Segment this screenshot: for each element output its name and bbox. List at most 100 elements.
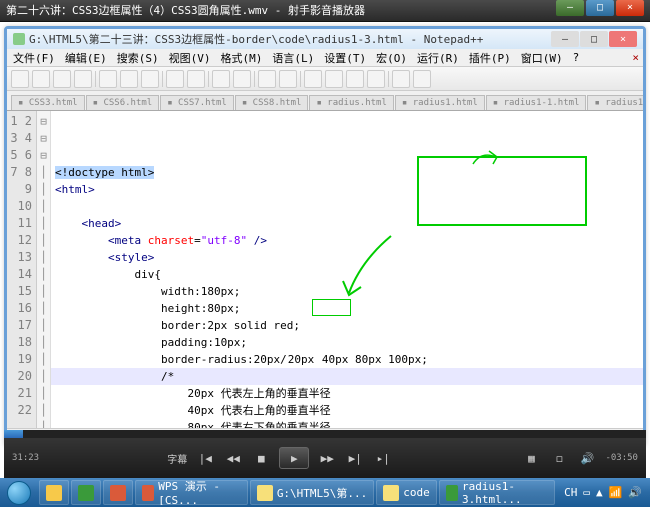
save-icon[interactable] <box>53 70 71 88</box>
volume-button[interactable]: 🔊 <box>577 448 597 468</box>
forward-button[interactable]: ▶▶ <box>317 448 337 468</box>
prev-button[interactable]: |◀ <box>195 448 215 468</box>
menu-bar[interactable]: 文件(F) 编辑(E) 搜索(S) 视图(V) 格式(M) 语言(L) 设置(T) 宏(O) 运… <box>7 49 643 67</box>
np-close-button[interactable]: × <box>609 31 637 47</box>
indent-icon[interactable] <box>346 70 364 88</box>
taskbar-item[interactable] <box>71 480 101 505</box>
rewind-button[interactable]: ◀◀ <box>223 448 243 468</box>
annotation-box-large <box>417 156 587 226</box>
annotation-curl-icon <box>471 149 501 169</box>
wrap-icon[interactable] <box>304 70 322 88</box>
file-tab[interactable]: ▪ CSS6.html <box>86 95 160 110</box>
menu-item[interactable]: 语言(L) <box>272 50 314 66</box>
file-tab[interactable]: ▪ CSS7.html <box>160 95 234 110</box>
open-icon[interactable] <box>32 70 50 88</box>
menu-item[interactable]: 视图(V) <box>169 50 211 66</box>
new-icon[interactable] <box>11 70 29 88</box>
taskbar-app-icon <box>446 485 458 501</box>
file-tab[interactable]: ▪ radius1-2.html <box>587 95 643 110</box>
play-button[interactable]: ▶ <box>279 447 309 469</box>
windows-orb-icon <box>7 481 31 505</box>
tab-bar[interactable]: ▪ CSS3.html▪ CSS6.html▪ CSS7.html▪ CSS8.… <box>7 91 643 111</box>
cut-icon[interactable] <box>99 70 117 88</box>
taskbar-item[interactable]: G:\HTML5\第... <box>250 480 374 505</box>
chars-icon[interactable] <box>325 70 343 88</box>
close-button[interactable]: × <box>616 0 644 16</box>
menu-item[interactable]: 宏(O) <box>376 50 407 66</box>
copy-icon[interactable] <box>120 70 138 88</box>
np-maximize-button[interactable]: □ <box>580 31 608 47</box>
notepad-title-text: G:\HTML5\第二十三讲：CSS3边框属性-border\code\radi… <box>29 31 483 47</box>
find-icon[interactable] <box>212 70 230 88</box>
video-player-titlebar: 第二十六讲：CSS3边框属性（4）CSS3圆角属性.wmv - 射手影音播放器 … <box>0 0 650 22</box>
video-player-controls: 31:23 字幕 |◀ ◀◀ ■ ▶ ▶▶ ▶| ▸| ▦ ◻ 🔊 -03:50 <box>4 430 646 478</box>
seek-bar[interactable] <box>4 430 646 438</box>
taskbar-item[interactable] <box>39 480 69 505</box>
window-button[interactable]: ◻ <box>549 448 569 468</box>
menu-item[interactable]: 设置(T) <box>324 50 366 66</box>
subtitle-button[interactable]: 字幕 <box>167 448 187 468</box>
menu-item[interactable]: 文件(F) <box>13 50 55 66</box>
taskbar-item[interactable] <box>103 480 133 505</box>
undo-icon[interactable] <box>166 70 184 88</box>
seek-progress <box>4 430 23 438</box>
annotation-arrow-icon <box>341 231 401 311</box>
tray-volume-icon[interactable]: 🔊 <box>628 486 642 499</box>
app-icon <box>13 33 25 45</box>
menu-item[interactable]: ? <box>573 51 580 64</box>
next-button[interactable]: ▶| <box>345 448 365 468</box>
taskbar-item[interactable]: WPS 演示 - [CS... <box>135 480 248 505</box>
menu-item[interactable]: 运行(R) <box>417 50 459 66</box>
np-minimize-button[interactable]: – <box>551 31 579 47</box>
taskbar-app-icon <box>142 485 154 501</box>
record-icon[interactable] <box>392 70 410 88</box>
file-tab[interactable]: ▪ CSS8.html <box>235 95 309 110</box>
fold-gutter[interactable]: ⊟⊟⊟││││││││││││││││ <box>37 111 51 428</box>
zoom-in-icon[interactable] <box>258 70 276 88</box>
taskbar[interactable]: WPS 演示 - [CS...G:\HTML5\第...coderadius1-… <box>0 478 650 507</box>
stop-button[interactable]: ■ <box>251 448 271 468</box>
file-tab[interactable]: ▪ radius.html <box>309 95 393 110</box>
screenshot-button[interactable]: ▦ <box>521 448 541 468</box>
menu-item[interactable]: 格式(M) <box>221 50 263 66</box>
taskbar-item[interactable]: radius1-3.html... <box>439 480 555 505</box>
tray-up-icon[interactable]: ▲ <box>596 486 603 499</box>
taskbar-app-icon <box>383 485 399 501</box>
minimize-button[interactable]: – <box>556 0 584 16</box>
menu-item[interactable]: 窗口(W) <box>521 50 563 66</box>
toolbar <box>7 67 643 91</box>
fold-icon[interactable] <box>367 70 385 88</box>
menu-item[interactable]: 编辑(E) <box>65 50 107 66</box>
maximize-button[interactable]: □ <box>586 0 614 16</box>
notepad-titlebar: G:\HTML5\第二十三讲：CSS3边框属性-border\code\radi… <box>7 29 643 49</box>
time-elapsed: 31:23 <box>12 453 39 463</box>
taskbar-item[interactable]: code <box>376 480 437 505</box>
step-button[interactable]: ▸| <box>373 448 393 468</box>
paste-icon[interactable] <box>141 70 159 88</box>
redo-icon[interactable] <box>187 70 205 88</box>
taskbar-app-icon <box>257 485 273 501</box>
taskbar-app-icon <box>110 485 126 501</box>
tray-flag-icon[interactable]: ▭ <box>583 486 590 499</box>
file-tab[interactable]: ▪ radius1.html <box>395 95 485 110</box>
menu-close-icon[interactable]: × <box>632 51 639 64</box>
play-icon[interactable] <box>413 70 431 88</box>
menu-item[interactable]: 插件(P) <box>469 50 511 66</box>
editor-area[interactable]: 1 2 3 4 5 6 7 8 9 10 11 12 13 14 15 16 1… <box>7 111 643 428</box>
code-area[interactable]: <!doctype html> <html> <head> <meta char… <box>51 111 643 428</box>
time-remaining: -03:50 <box>605 453 638 463</box>
tray-lang[interactable]: CH <box>564 486 577 499</box>
video-title: 第二十六讲：CSS3边框属性（4）CSS3圆角属性.wmv - 射手影音播放器 <box>6 0 365 21</box>
system-tray[interactable]: CH ▭ ▲ 📶 🔊 <box>556 486 650 499</box>
menu-item[interactable]: 搜索(S) <box>117 50 159 66</box>
file-tab[interactable]: ▪ CSS3.html <box>11 95 85 110</box>
notepad-window: G:\HTML5\第二十三讲：CSS3边框属性-border\code\radi… <box>4 26 646 447</box>
tray-network-icon[interactable]: 📶 <box>609 486 623 499</box>
taskbar-app-icon <box>78 485 94 501</box>
start-button[interactable] <box>0 478 38 507</box>
taskbar-app-icon <box>46 485 62 501</box>
replace-icon[interactable] <box>233 70 251 88</box>
saveall-icon[interactable] <box>74 70 92 88</box>
zoom-out-icon[interactable] <box>279 70 297 88</box>
file-tab[interactable]: ▪ radius1-1.html <box>486 95 587 110</box>
